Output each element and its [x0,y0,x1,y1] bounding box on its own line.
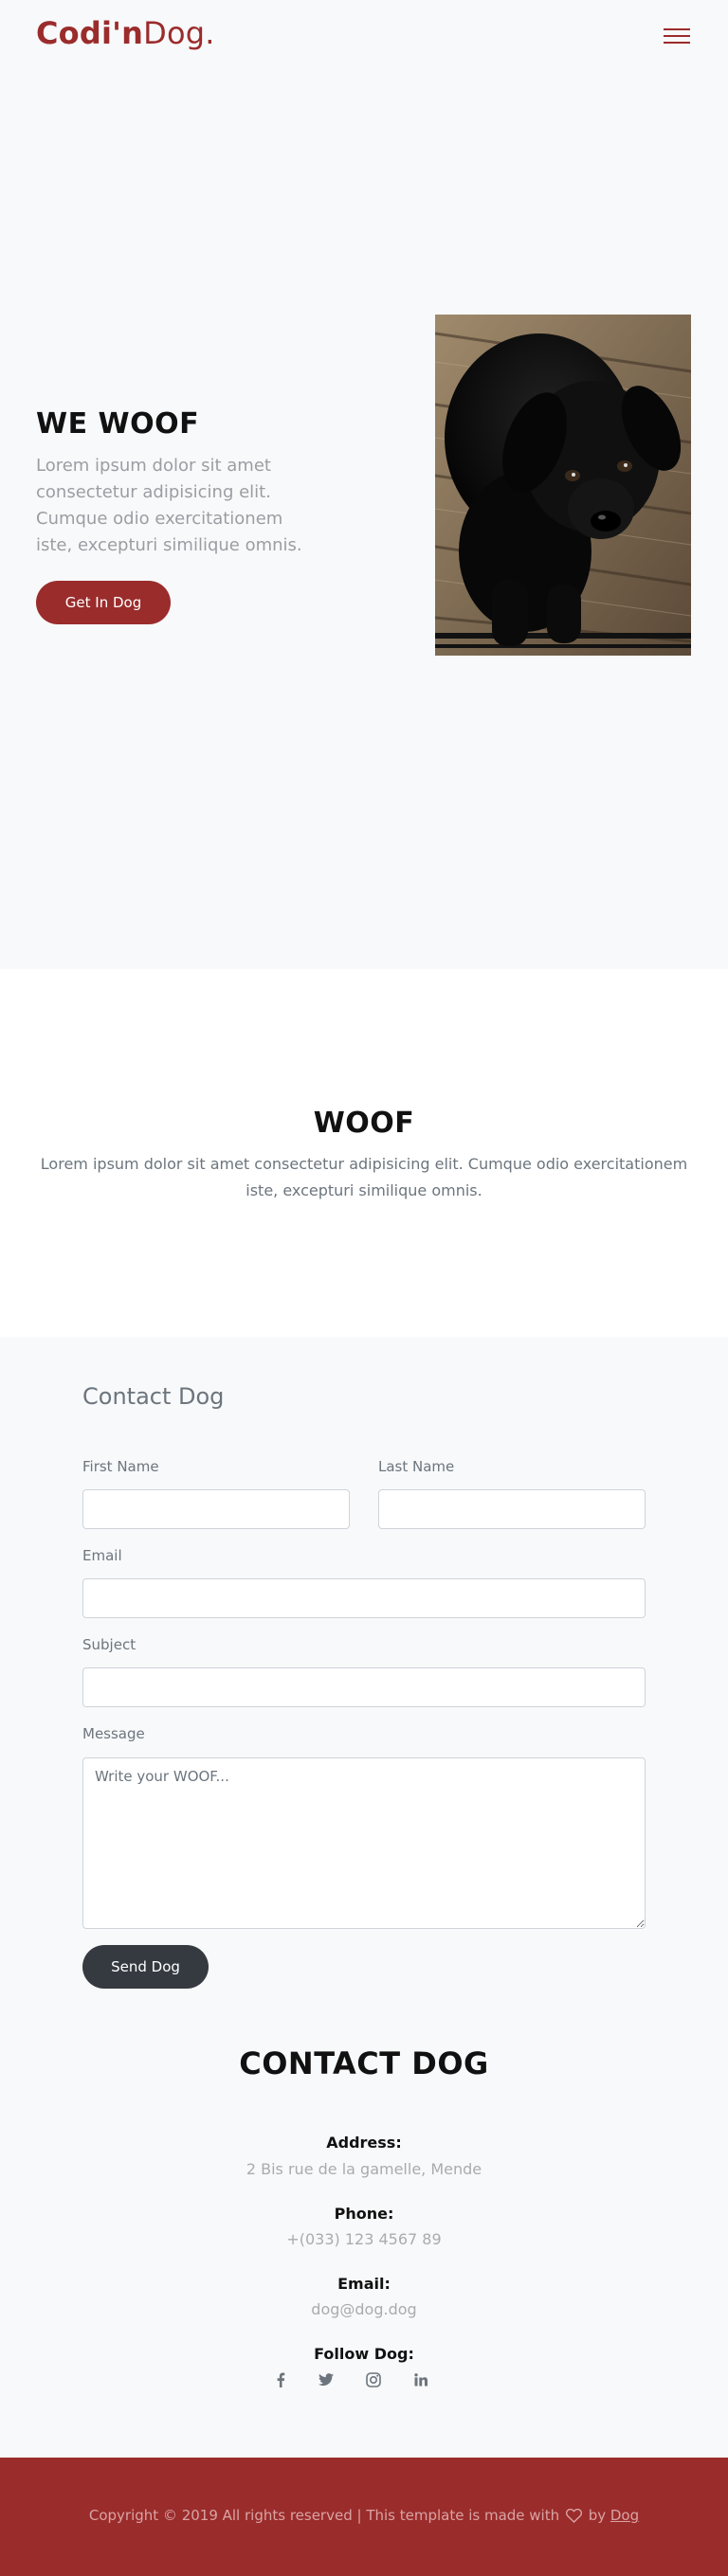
email-label: Email [82,1547,122,1564]
hero-section: WE WOOF Lorem ipsum dolor sit amet conse… [0,66,728,969]
address-value: 2 Bis rue de la gamelle, Mende [246,2160,482,2178]
heart-icon [565,2509,582,2523]
twitter-icon[interactable] [315,2369,337,2391]
site-footer: Copyright © 2019 All rights reserved | T… [0,2458,728,2576]
page: Codi'nDog. WE WOOF Lorem ipsum dolor sit… [0,0,728,2576]
last-name-label: Last Name [378,1458,455,1475]
linkedin-icon[interactable] [410,2369,432,2391]
footer-by-text: by [588,2507,607,2524]
contact-form-heading: Contact Dog [82,1383,225,1410]
social-links [269,2369,459,2391]
message-label: Message [82,1725,145,1742]
subject-input[interactable] [82,1667,646,1707]
subject-label: Subject [82,1636,136,1653]
about-text: Lorem ipsum dolor sit amet consectetur a… [40,1155,688,1199]
hamburger-menu-icon[interactable] [664,25,690,47]
follow-label: Follow Dog: [314,2345,414,2363]
email-input[interactable] [82,1578,646,1618]
hero-text: Lorem ipsum dolor sit amet consectetur a… [36,456,302,555]
last-name-input[interactable] [378,1489,646,1529]
get-in-dog-button[interactable]: Get In Dog [36,581,171,624]
logo-bold-text: Codi'n [36,15,144,51]
logo-light-text: Dog. [143,15,215,51]
phone-value: +(033) 123 4567 89 [286,2230,442,2248]
send-dog-button[interactable]: Send Dog [82,1945,209,1989]
address-label: Address: [326,2134,402,2152]
footer-copyright-text: Copyright © 2019 All rights reserved | T… [88,2507,560,2524]
instagram-icon[interactable] [362,2369,385,2391]
footer-dog-link[interactable]: Dog [610,2507,639,2524]
first-name-input[interactable] [82,1489,350,1529]
email-info-value: dog@dog.dog [311,2300,417,2318]
site-header: Codi'nDog. [0,0,728,66]
first-name-label: First Name [82,1458,159,1475]
footer-copyright: Copyright © 2019 All rights reserved | T… [0,2507,728,2524]
phone-label: Phone: [334,2205,394,2223]
about-section: WOOF Lorem ipsum dolor sit amet consecte… [0,969,728,1337]
message-textarea[interactable] [82,1757,646,1929]
puppy-image [435,315,691,656]
hero-title: WE WOOF [36,407,200,441]
contact-info-title: CONTACT DOG [239,2045,489,2081]
about-title: WOOF [313,1107,415,1140]
facebook-icon[interactable] [269,2369,292,2391]
site-logo[interactable]: Codi'nDog. [36,15,215,51]
email-info-label: Email: [337,2275,391,2293]
